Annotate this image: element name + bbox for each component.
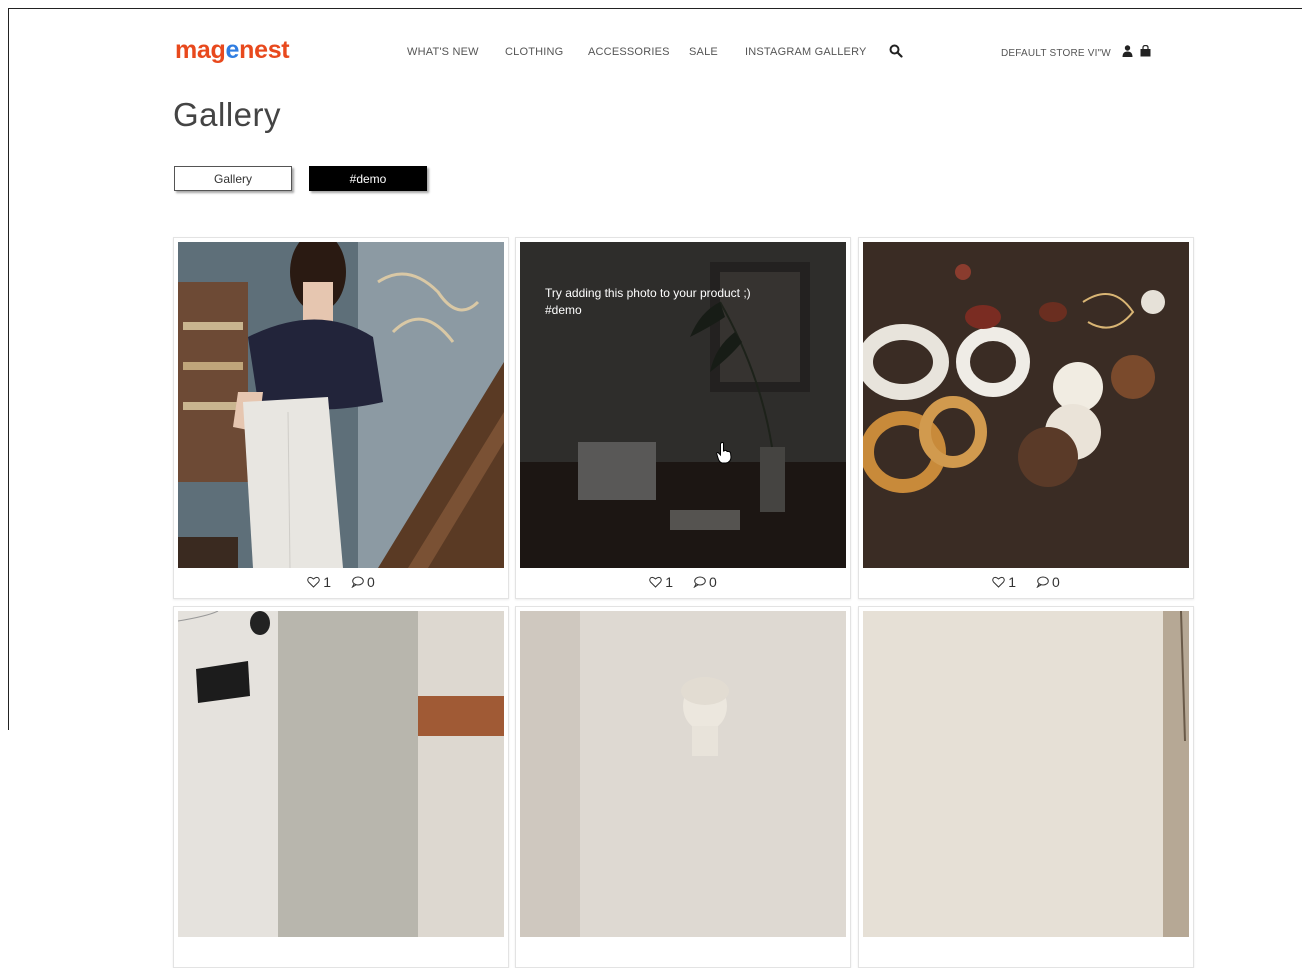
- comments-count[interactable]: 0: [351, 574, 375, 590]
- gallery-item[interactable]: 1 0: [858, 237, 1194, 599]
- comments-count[interactable]: 0: [693, 574, 717, 590]
- gallery-item[interactable]: Try adding this photo to your product ;)…: [515, 237, 851, 599]
- comment-icon: [1036, 576, 1049, 588]
- photo-beige-wall: [863, 611, 1189, 937]
- heart-icon: [992, 576, 1005, 588]
- likes-count[interactable]: 1: [992, 574, 1016, 590]
- comment-icon: [351, 576, 364, 588]
- window-border-top: [8, 8, 1302, 9]
- gallery-item[interactable]: [173, 606, 509, 968]
- item-stats: 1 0: [859, 571, 1193, 593]
- gallery-photo[interactable]: [178, 242, 504, 568]
- heart-icon: [649, 576, 662, 588]
- hand-cursor-icon: [716, 442, 732, 464]
- gallery-photo[interactable]: [178, 611, 504, 937]
- gallery-item[interactable]: 1 0: [173, 237, 509, 599]
- store-view-switcher[interactable]: DEFAULT STORE VI"W: [1001, 48, 1111, 59]
- heart-icon: [307, 576, 320, 588]
- item-stats: 1 0: [174, 571, 508, 593]
- filter-demo-button[interactable]: #demo: [309, 166, 427, 191]
- nav-item-instagram-gallery[interactable]: INSTAGRAM GALLERY: [745, 46, 867, 58]
- nav-item-clothing[interactable]: CLOTHING: [505, 46, 563, 58]
- item-stats: 1 0: [516, 571, 850, 593]
- nav-item-whats-new[interactable]: WHAT'S NEW: [407, 46, 479, 58]
- likes-count[interactable]: 1: [649, 574, 673, 590]
- nav-item-sale[interactable]: SALE: [689, 46, 718, 58]
- page-title: Gallery: [173, 96, 282, 133]
- overlay-caption: Try adding this photo to your product ;)…: [545, 286, 751, 317]
- comment-icon: [693, 576, 706, 588]
- user-icon[interactable]: [1122, 45, 1133, 57]
- site-logo[interactable]: magenest: [175, 36, 290, 65]
- photo-earrings: [863, 242, 1189, 568]
- gallery-photo[interactable]: [863, 611, 1189, 937]
- nav-item-accessories[interactable]: ACCESSORIES: [588, 46, 670, 58]
- likes-count[interactable]: 1: [307, 574, 331, 590]
- hover-overlay[interactable]: Try adding this photo to your product ;)…: [520, 242, 846, 568]
- gallery-photo[interactable]: [520, 611, 846, 937]
- comments-count[interactable]: 0: [1036, 574, 1060, 590]
- gallery-item[interactable]: [515, 606, 851, 968]
- search-icon[interactable]: [889, 44, 903, 58]
- gallery-photo[interactable]: Try adding this photo to your product ;)…: [520, 242, 846, 568]
- filter-gallery-button[interactable]: Gallery: [174, 166, 292, 191]
- window-border-left: [8, 8, 9, 730]
- photo-woman-stairs: [178, 242, 504, 568]
- gallery-item[interactable]: [858, 606, 1194, 968]
- shopping-bag-icon[interactable]: [1140, 45, 1151, 57]
- photo-speaker-wall: [178, 611, 504, 937]
- gallery-photo[interactable]: [863, 242, 1189, 568]
- photo-bust-sculpture: [520, 611, 846, 937]
